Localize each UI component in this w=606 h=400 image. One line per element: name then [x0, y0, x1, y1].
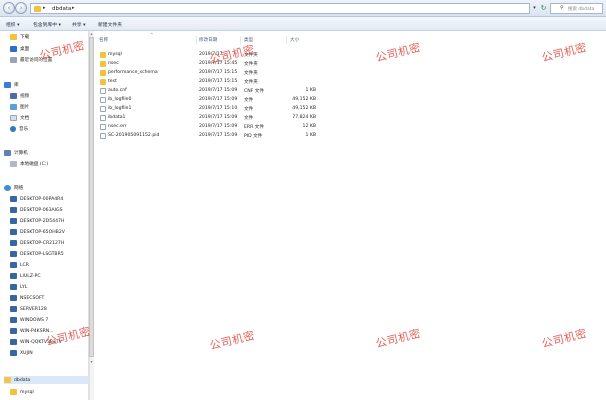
network-computer-icon — [10, 218, 17, 224]
network-computer-icon — [10, 196, 17, 202]
recent-places-icon — [10, 57, 17, 63]
network-computer-icon — [10, 251, 17, 257]
nav-item-local-disk-c[interactable]: 本地磁盘 (C:) — [10, 160, 48, 168]
network-computer-icon — [10, 317, 17, 323]
scroll-up-icon[interactable]: ▴ — [89, 31, 94, 36]
computer-icon — [4, 150, 11, 156]
search-placeholder: 搜索 dbdata — [568, 7, 595, 12]
search-input[interactable]: ⚲ 搜索 dbdata — [550, 3, 603, 14]
nav-item-network[interactable]: 网络 — [4, 184, 23, 192]
desktop-icon — [10, 46, 17, 52]
folder-icon — [100, 52, 106, 58]
share-menu[interactable]: 共享 ▾ — [72, 21, 86, 28]
nav-item-computer[interactable]: 计算机 — [4, 149, 28, 157]
picture-library-icon — [10, 104, 17, 110]
network-computer-icon — [10, 328, 17, 334]
nav-scrollbar-thumb[interactable] — [89, 37, 94, 357]
file-icon — [100, 88, 106, 94]
breadcrumb-chevron-icon[interactable]: ▸ — [72, 5, 75, 11]
document-library-icon — [10, 115, 17, 121]
nav-item-videos[interactable]: 视频 — [10, 92, 29, 100]
file-row-ib-logfile0[interactable]: ib_logfile0 2019/7/17 15:09 文件 49,152 KB — [95, 96, 335, 104]
file-icon — [100, 124, 106, 130]
download-folder-icon — [10, 34, 17, 40]
nav-item-network-pc[interactable]: DESKTOP-LSGTBR5 — [10, 250, 64, 258]
forward-button[interactable]: › — [15, 2, 27, 14]
file-row-nsec-err[interactable]: nsec.err 2019/7/17 15:09 ERR 文件 12 KB — [95, 123, 335, 131]
local-disk-icon — [10, 161, 17, 167]
sort-ascending-icon: ^ — [150, 32, 154, 37]
column-header-size[interactable]: 大小 — [290, 37, 299, 43]
nav-item-network-pc[interactable]: DESKTOP-65OHB2V — [10, 228, 65, 236]
nav-item-mysql[interactable]: mysql — [10, 388, 34, 396]
network-computer-icon — [10, 350, 17, 356]
nav-item-music[interactable]: 音乐 — [10, 125, 28, 133]
new-folder-button[interactable]: 新建文件夹 — [98, 21, 122, 28]
breadcrumb-dbdata[interactable]: dbdata — [52, 6, 71, 12]
folder-icon — [34, 6, 41, 12]
nav-item-network-pc[interactable]: DESKTOP-CR2127H — [10, 239, 64, 247]
file-icon — [100, 106, 106, 112]
breadcrumb-chevron-icon[interactable]: ▸ — [43, 5, 46, 11]
folder-icon — [100, 70, 106, 76]
nav-item-network-pc[interactable]: XUJIN — [10, 349, 33, 357]
network-computer-icon — [10, 273, 17, 279]
column-divider[interactable] — [286, 36, 287, 44]
nav-item-pictures[interactable]: 图片 — [10, 103, 29, 111]
column-divider[interactable] — [196, 36, 197, 44]
column-header-modified[interactable]: 修改日期 — [199, 37, 217, 43]
nav-item-network-pc[interactable]: NSECSOFT — [10, 294, 44, 302]
address-input[interactable]: ▸ dbdata ▸ — [30, 3, 530, 14]
nav-item-desktop[interactable]: 桌面 — [10, 45, 29, 53]
network-computer-icon — [10, 295, 17, 301]
nav-item-libraries[interactable]: 库 — [4, 81, 19, 89]
nav-item-network-pc[interactable]: DESKTOP-00PA4R4 — [10, 195, 63, 203]
file-row-ib-logfile1[interactable]: ib_logfile1 2019/7/17 15:10 文件 49,152 KB — [95, 105, 335, 113]
file-row-performance-schema[interactable]: performance_schema 2019/7/17 15:15 文件夹 — [95, 69, 335, 77]
file-row-pid[interactable]: SC-201905091152.pid 2019/7/17 15:09 PID … — [95, 132, 335, 140]
video-library-icon — [10, 93, 17, 99]
folder-icon — [100, 79, 106, 85]
refresh-icon[interactable]: ↻ — [539, 3, 548, 14]
network-computer-icon — [10, 262, 17, 268]
libraries-icon — [4, 82, 11, 88]
navigation-pane: 下载 桌面 最近访问的位置 库 视频 图片 文档 音乐 计算机 本地磁盘 (C:… — [0, 31, 89, 400]
command-toolbar: 组织 ▾ 包含到库中 ▾ 共享 ▾ 新建文件夹 — [0, 17, 606, 31]
nav-item-downloads[interactable]: 下载 — [10, 33, 29, 41]
nav-item-dbdata[interactable]: dbdata — [4, 376, 89, 384]
organize-menu[interactable]: 组织 ▾ — [6, 21, 20, 28]
network-icon — [4, 185, 11, 191]
nav-item-network-pc[interactable]: LIULZ-PC — [10, 272, 41, 280]
folder-icon — [10, 389, 17, 395]
music-library-icon — [10, 126, 16, 132]
nav-item-network-pc[interactable]: WINDOWS 7 — [10, 316, 48, 324]
nav-item-network-pc[interactable]: DESKTOP-2D5447H — [10, 217, 64, 225]
folder-icon — [4, 377, 11, 383]
network-computer-icon — [10, 339, 17, 345]
file-row-auto-cnf[interactable]: auto.cnf 2019/7/17 15:09 CNF 文件 1 KB — [95, 87, 335, 95]
folder-icon — [100, 61, 106, 67]
file-row-ibdata1[interactable]: ibdata1 2019/7/17 15:09 文件 77,824 KB — [95, 114, 335, 122]
network-computer-icon — [10, 207, 17, 213]
file-row-test[interactable]: test 2019/7/17 15:15 文件夹 — [95, 78, 335, 86]
scroll-down-icon[interactable]: ▾ — [89, 359, 94, 364]
back-button[interactable]: ‹ — [3, 2, 15, 14]
address-bar-region: ‹ › ▸ dbdata ▸ ▾ ↻ ⚲ 搜索 dbdata — [0, 0, 606, 17]
nav-item-documents[interactable]: 文档 — [10, 114, 29, 122]
file-icon — [100, 133, 106, 139]
include-in-library-menu[interactable]: 包含到库中 ▾ — [33, 21, 61, 28]
network-computer-icon — [10, 229, 17, 235]
network-computer-icon — [10, 306, 17, 312]
nav-item-network-pc[interactable]: LCR — [10, 261, 29, 269]
nav-item-network-pc[interactable]: DESKTOP-063AIGS — [10, 206, 63, 214]
search-icon: ⚲ — [560, 5, 564, 11]
network-computer-icon — [10, 284, 17, 290]
file-icon — [100, 97, 106, 103]
nav-item-network-pc[interactable]: SERVER128 — [10, 305, 47, 313]
nav-item-network-pc[interactable]: LYL — [10, 283, 27, 291]
column-header-name[interactable]: 名称 — [99, 37, 108, 43]
network-computer-icon — [10, 240, 17, 246]
file-icon — [100, 115, 106, 121]
address-history-dropdown-icon[interactable]: ▾ — [531, 3, 538, 14]
